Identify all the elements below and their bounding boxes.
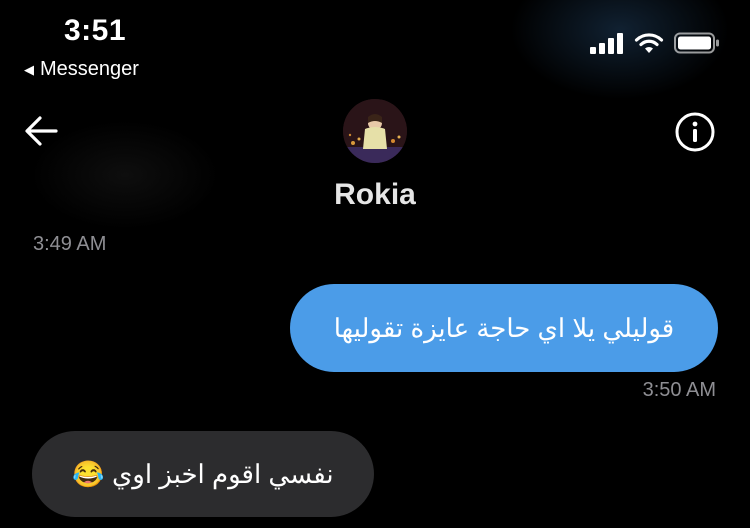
back-to-app-link[interactable]: ◀ Messenger <box>24 58 139 81</box>
message-timestamp: 3:50 AM <box>642 379 716 401</box>
avatar[interactable] <box>343 99 407 163</box>
back-triangle-icon: ◀ <box>24 61 34 77</box>
contact-name[interactable]: Rokia <box>0 178 750 212</box>
status-time: 3:51 <box>64 14 127 47</box>
battery-icon <box>674 32 719 54</box>
back-app-label: Messenger <box>40 58 139 80</box>
wifi-icon <box>634 33 664 53</box>
info-icon <box>675 112 715 152</box>
signal-icon <box>590 33 623 54</box>
back-button[interactable] <box>22 112 60 155</box>
info-button[interactable] <box>674 111 716 158</box>
back-arrow-icon <box>25 116 58 146</box>
incoming-message-bubble[interactable]: نفسي اقوم اخبز اوي 😂 <box>32 431 374 517</box>
message-text: قوليلي يلا اي حاجة عايزة تقوليها <box>333 312 675 343</box>
outgoing-message-bubble[interactable]: قوليلي يلا اي حاجة عايزة تقوليها <box>290 284 718 372</box>
message-timestamp: 3:49 AM <box>33 233 107 255</box>
status-icons <box>590 32 720 54</box>
avatar-photo <box>343 99 407 163</box>
message-text: نفسي اقوم اخبز اوي 😂 <box>72 458 334 489</box>
